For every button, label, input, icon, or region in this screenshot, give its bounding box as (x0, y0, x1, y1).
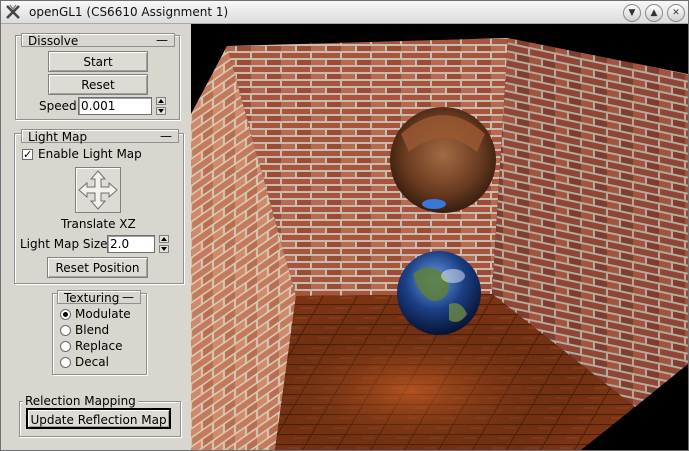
title-bar[interactable]: openGL1 (CS6610 Assignment 1) ▼ ▲ ✕ (1, 1, 688, 24)
chevron-down-icon: ▼ (628, 8, 636, 18)
texturing-rollout[interactable]: Texturing — (57, 290, 141, 305)
enable-light-map-checkbox[interactable]: ✓ (22, 149, 33, 160)
translate-xz-label: Translate XZ (61, 217, 136, 231)
option-blend-label: Blend (75, 323, 110, 337)
close-button[interactable]: ✕ (667, 4, 685, 22)
option-decal-label: Decal (75, 355, 109, 369)
translate-xz-control[interactable] (75, 167, 121, 213)
3d-scene (191, 38, 688, 450)
radio-replace[interactable] (60, 341, 71, 352)
spin-up-icon[interactable] (159, 235, 169, 243)
window-title: openGL1 (CS6610 Assignment 1) (29, 5, 229, 19)
light-map-rollout[interactable]: Light Map — (21, 129, 179, 144)
app-window: openGL1 (CS6610 Assignment 1) ▼ ▲ ✕ Diss… (0, 0, 689, 451)
option-replace-label: Replace (75, 339, 123, 353)
enable-light-map-label: Enable Light Map (38, 147, 142, 161)
speed-input[interactable]: 0.001 (78, 97, 152, 115)
light-map-header: Light Map (28, 130, 88, 144)
radio-decal[interactable] (60, 357, 71, 368)
dissolve-header: Dissolve (28, 34, 79, 48)
spin-down-icon[interactable] (156, 107, 166, 115)
minimize-button[interactable]: ▼ (623, 4, 641, 22)
collapse-icon[interactable]: — (156, 33, 168, 47)
app-icon (6, 4, 20, 19)
close-icon: ✕ (672, 8, 680, 18)
reset-position-button[interactable]: Reset Position (47, 257, 148, 278)
opengl-viewport[interactable] (191, 24, 688, 450)
move-arrows-icon (78, 170, 118, 210)
start-button[interactable]: Start (48, 51, 148, 72)
texturing-header: Texturing (64, 291, 120, 305)
spin-up-icon[interactable] (156, 97, 166, 105)
dissolve-rollout[interactable]: Dissolve — (21, 33, 175, 48)
speed-label: Speed (39, 99, 77, 113)
spin-down-icon[interactable] (159, 245, 169, 253)
control-panel: Dissolve — Start Reset Speed 0.001 Light… (1, 24, 191, 450)
speed-spinner[interactable] (156, 97, 166, 115)
reset-button[interactable]: Reset (48, 74, 148, 95)
option-modulate-label: Modulate (75, 307, 131, 321)
update-reflection-map-button[interactable]: Update Reflection Map (26, 408, 171, 429)
collapse-icon[interactable]: — (122, 290, 134, 304)
light-map-size-input[interactable]: 2.0 (107, 235, 155, 253)
radio-blend[interactable] (60, 325, 71, 336)
reflection-header: Relection Mapping (23, 394, 138, 408)
light-map-size-spinner[interactable] (159, 235, 169, 253)
radio-modulate[interactable] (60, 309, 71, 320)
light-map-size-label: Light Map Size (20, 237, 108, 251)
chevron-up-icon: ▲ (650, 8, 658, 18)
collapse-icon[interactable]: — (160, 129, 172, 143)
maximize-button[interactable]: ▲ (645, 4, 663, 22)
